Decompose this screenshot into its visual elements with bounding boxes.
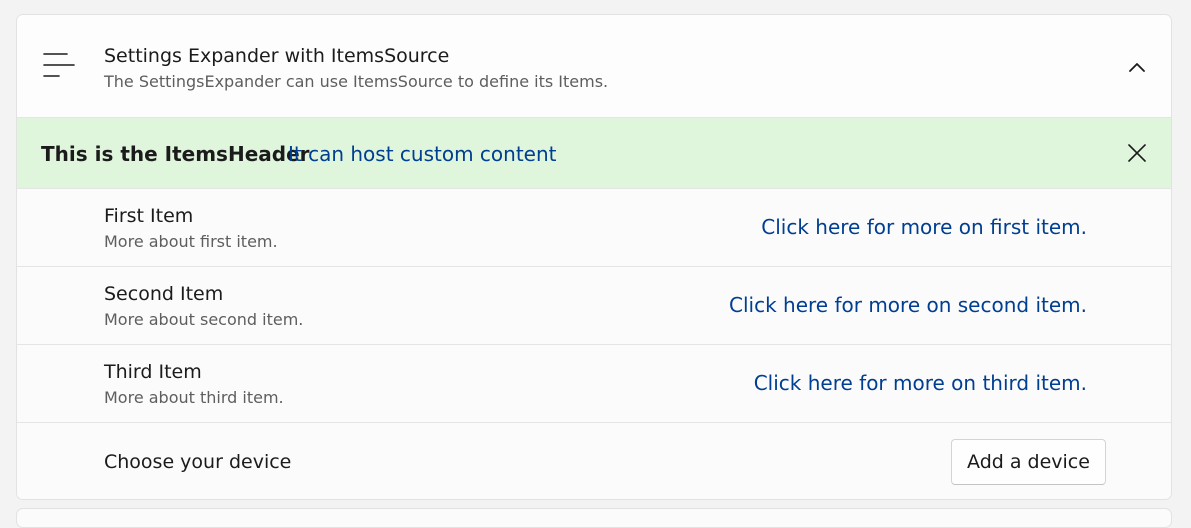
- item-description: More about second item.: [104, 310, 304, 329]
- expander-title: Settings Expander with ItemsSource: [104, 45, 450, 67]
- item-title: First Item: [104, 205, 194, 227]
- device-row: Choose your device Add a device: [17, 423, 1171, 499]
- settings-expander: Settings Expander with ItemsSource The S…: [16, 14, 1172, 500]
- list-item: Second Item More about second item. Clic…: [17, 267, 1171, 345]
- item-link[interactable]: Click here for more on third item.: [754, 371, 1087, 395]
- items-header: This is the ItemsHeader It can host cust…: [17, 118, 1171, 189]
- items-header-title: This is the ItemsHeader: [41, 142, 310, 166]
- expander-description: The SettingsExpander can use ItemsSource…: [104, 72, 609, 91]
- item-link[interactable]: Click here for more on second item.: [729, 293, 1087, 317]
- add-device-button[interactable]: Add a device: [951, 439, 1106, 485]
- custom-content-link[interactable]: It can host custom content: [288, 142, 557, 166]
- list-item: First Item More about first item. Click …: [17, 189, 1171, 267]
- next-card: [16, 508, 1172, 528]
- item-title: Third Item: [104, 361, 202, 383]
- expander-header[interactable]: Settings Expander with ItemsSource The S…: [17, 15, 1171, 118]
- list-item: Third Item More about third item. Click …: [17, 345, 1171, 423]
- align-left-icon: [43, 53, 75, 77]
- chevron-up-icon[interactable]: [1125, 57, 1149, 77]
- item-description: More about third item.: [104, 388, 284, 407]
- item-link[interactable]: Click here for more on first item.: [761, 215, 1087, 239]
- item-description: More about first item.: [104, 232, 278, 251]
- item-title: Second Item: [104, 283, 224, 305]
- device-label: Choose your device: [104, 451, 292, 473]
- close-icon[interactable]: [1125, 141, 1149, 165]
